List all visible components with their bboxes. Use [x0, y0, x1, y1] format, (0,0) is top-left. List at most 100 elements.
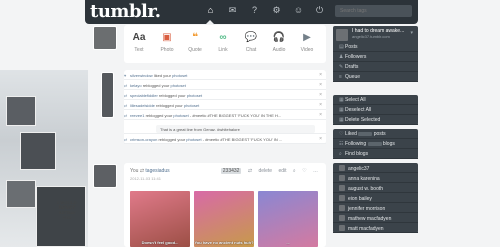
activity-target-link[interactable]: photoset: [171, 83, 186, 88]
close-icon[interactable]: ×: [319, 136, 322, 142]
close-icon[interactable]: ×: [319, 102, 322, 108]
activity-user-link[interactable]: silverwindow: [130, 73, 153, 78]
sidebar-item-label: Queue: [345, 74, 361, 80]
select-all-button[interactable]: ▦Select All: [333, 95, 418, 105]
post-avatar[interactable]: [93, 164, 117, 188]
sidebar-item-drafts[interactable]: ✎ Drafts: [333, 62, 418, 72]
activity-user-link[interactable]: reevee1: [130, 113, 144, 118]
activity-item[interactable]: ⇄ lillesadelsidde reblogged your photose…: [124, 100, 326, 110]
sidebar-item-likes[interactable]: ♡ Liked posts: [333, 129, 418, 139]
sidebar-item-followers[interactable]: ♟ Followers: [333, 52, 418, 62]
deselect-all-button[interactable]: ▦Deselect All: [333, 105, 418, 115]
blog-header[interactable]: I had to dream awake... angelic37.tumblr…: [333, 26, 418, 42]
post-type-label: Audio: [272, 47, 286, 53]
close-icon[interactable]: ×: [319, 72, 322, 78]
activity-item[interactable]: ⇄ reevee1 reblogged your photoset - #mee…: [124, 110, 326, 120]
new-post-bar: Aa Text ▣ Photo ❝ Quote ∞ Link 💬 Chat 🎧 …: [124, 25, 326, 63]
post-type-link-button[interactable]: ∞ Link: [212, 29, 234, 53]
user-avatar[interactable]: [93, 26, 117, 50]
mail-icon[interactable]: ✉: [227, 5, 238, 16]
activity-target-link[interactable]: photoset: [172, 73, 187, 78]
post-tag-badge[interactable]: 233432: [220, 168, 242, 174]
activity-user-link[interactable]: kelayo: [130, 83, 142, 88]
activity-user-link[interactable]: speciablefiddler: [130, 93, 158, 98]
sidebar-item-find-blogs[interactable]: ⌕ Find blogs: [333, 149, 418, 159]
sidebar-item-label: Drafts: [345, 64, 359, 70]
activity-item[interactable]: ⇄ crimson-crayon reblogged your photoset…: [124, 134, 326, 144]
sidebar-item-following[interactable]: ☷ Following blogs: [333, 139, 418, 149]
post-type-label: Photo: [160, 47, 174, 53]
blog-avatar: [339, 165, 345, 171]
text-icon: Aa: [132, 32, 146, 43]
activity-item[interactable]: ⇄ kelayo reblogged your photoset ×: [124, 80, 326, 90]
edit-button[interactable]: edit: [278, 168, 286, 174]
reblog-icon: ⇄: [139, 168, 145, 174]
followed-blog-item[interactable]: august w. booth: [333, 183, 418, 193]
followed-blog-item[interactable]: matt macfadyen: [333, 223, 418, 233]
post-source-link[interactable]: tagesiadus: [145, 168, 169, 174]
followed-blog-item[interactable]: jennifer morrison: [333, 203, 418, 213]
photoset-image[interactable]: You have no ancient nuts huh?: [194, 191, 254, 247]
sidebar-item-posts[interactable]: ▤Posts: [333, 42, 418, 52]
close-icon[interactable]: ×: [319, 112, 322, 118]
image-caption: ...: [286, 240, 290, 245]
followed-blog-item[interactable]: angelic37: [333, 163, 418, 173]
more-icon[interactable]: …: [313, 168, 318, 174]
delete-selected-button[interactable]: ▦Delete Selected: [333, 115, 418, 125]
close-icon[interactable]: ×: [319, 82, 322, 88]
delete-button[interactable]: delete: [258, 168, 272, 174]
gear-icon[interactable]: ⚙: [271, 5, 282, 16]
activity-user-link[interactable]: crimson-crayon: [130, 137, 157, 142]
activity-avatar[interactable]: [101, 72, 114, 118]
close-icon[interactable]: ×: [319, 92, 322, 98]
heart-icon[interactable]: ♡: [302, 168, 306, 174]
activity-target-link[interactable]: photoset: [173, 113, 188, 118]
activity-target-link[interactable]: photoset: [184, 103, 199, 108]
activity-target-link[interactable]: photoset: [187, 93, 202, 98]
activity-item[interactable]: ⇄ speciablefiddler reblogged your photos…: [124, 90, 326, 100]
background-quote: I WOULD never BETRAY YOU: [55, 200, 79, 220]
activity-action: reblogged your: [142, 83, 170, 88]
activity-target-link[interactable]: photoset: [186, 137, 201, 142]
post-type-quote-button[interactable]: ❝ Quote: [184, 29, 206, 53]
followed-blog-item[interactable]: eion bailey: [333, 193, 418, 203]
post-tools: 233432 ⇄ delete edit ⌕ ♡ …: [216, 168, 318, 174]
power-icon[interactable]: ⏻: [314, 5, 325, 16]
sidebar-item-label: Liked: [345, 131, 357, 137]
help-icon[interactable]: ?: [249, 5, 260, 16]
home-icon[interactable]: ⌂: [205, 5, 216, 16]
followed-blogs-list: angelic37 anna karenina august w. booth …: [333, 163, 418, 233]
image-caption: You have no ancient nuts huh?: [194, 240, 254, 245]
blog-avatar: [339, 215, 345, 221]
search-input[interactable]: [335, 5, 412, 17]
sidebar-item-label: posts: [373, 131, 386, 137]
blog-avatar: [339, 175, 345, 181]
followed-blog-item[interactable]: anna karenina: [333, 173, 418, 183]
reblog-icon: ⇄: [124, 103, 128, 108]
activity-action: reblogged your: [145, 113, 173, 118]
post-type-photo-button[interactable]: ▣ Photo: [156, 29, 178, 53]
sidebar-item-queue[interactable]: ≡ Queue: [333, 72, 418, 82]
chevron-down-icon[interactable]: ▾: [410, 30, 413, 36]
sidebar-item-label: Select All: [345, 97, 366, 103]
reblog-button[interactable]: ⇄: [248, 168, 252, 174]
activity-item[interactable]: ♥ silverwindow liked your photoset ×: [124, 70, 326, 80]
followed-blog-item[interactable]: mathew macfadyen: [333, 213, 418, 223]
activity-user-link[interactable]: lillesadelsidde: [130, 103, 155, 108]
post-type-video-button[interactable]: ▶ Video: [296, 29, 318, 53]
headphones-icon: 🎧: [272, 32, 286, 43]
background-collage: I WOULD never BETRAY YOU: [0, 70, 88, 247]
post-type-label: Text: [134, 47, 144, 53]
post-type-audio-button[interactable]: 🎧 Audio: [268, 29, 290, 53]
reblog-icon: ⇄: [124, 137, 128, 142]
person-icon[interactable]: ☺: [293, 5, 304, 16]
post-type-text-button[interactable]: Aa Text: [128, 29, 150, 53]
post-type-chat-button[interactable]: 💬 Chat: [240, 29, 262, 53]
photoset-image[interactable]: ...: [258, 191, 318, 247]
sidebar-item-label: Following: [345, 141, 367, 147]
blog-avatar: [339, 185, 345, 191]
sidebar-item-label: Deselect All: [345, 107, 372, 113]
tumblr-logo[interactable]: tumblr.: [90, 1, 161, 22]
search-icon[interactable]: ⌕: [293, 168, 296, 174]
photoset-image[interactable]: Doesn't feel good...: [130, 191, 190, 247]
